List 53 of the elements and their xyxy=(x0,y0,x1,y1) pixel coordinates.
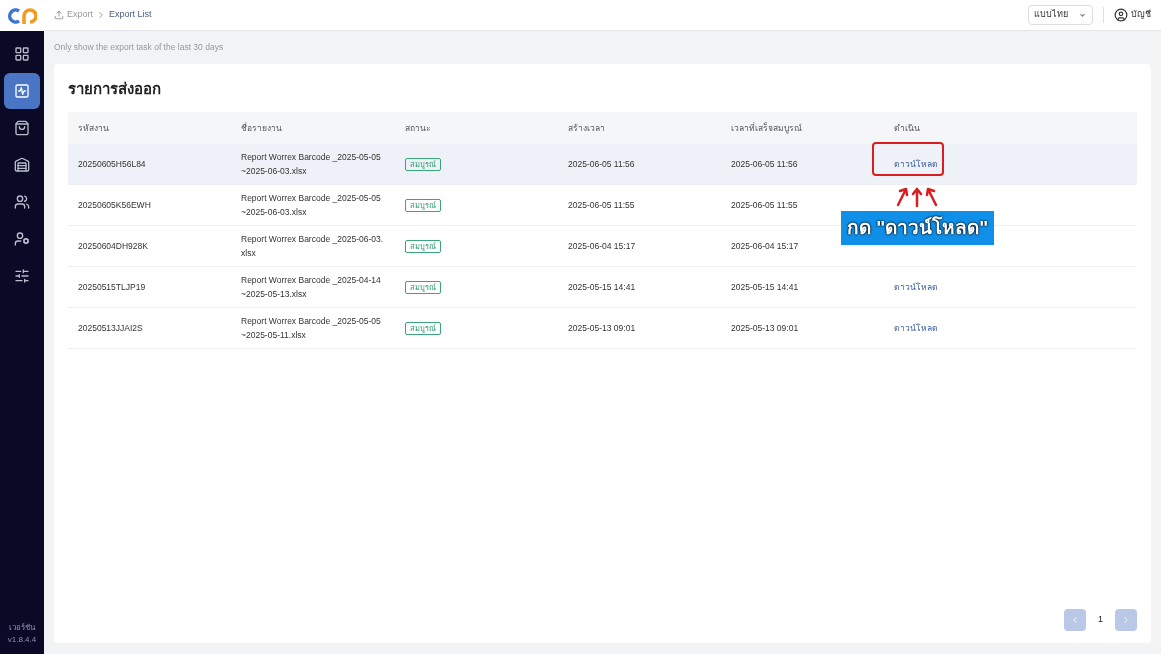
language-select[interactable]: แบบไทย xyxy=(1028,5,1093,25)
chevron-left-icon xyxy=(1070,615,1080,625)
page-title: รายการส่งออก xyxy=(68,78,161,99)
table-cell: 2025-06-05 11:55 xyxy=(568,199,635,210)
grid-icon xyxy=(14,46,30,62)
users-icon xyxy=(14,194,30,210)
table-cell: Report Worrex Barcode _2025-05-05~2025-06-03.xlsx xyxy=(241,193,381,218)
table-cell: 2025-06-05 11:56 xyxy=(731,158,798,169)
user-icon xyxy=(1114,8,1128,22)
table-cell: 20250605H56L84 xyxy=(78,158,146,169)
table-cell: 2025-05-13 09:01 xyxy=(731,322,799,333)
download-link[interactable]: ดาวน์โหลด xyxy=(894,158,938,169)
download-link[interactable]: ดาวน์โหลด xyxy=(894,322,938,333)
table-cell: 2025-06-05 11:55 xyxy=(731,199,798,210)
breadcrumb-link[interactable]: Export List xyxy=(109,8,152,22)
sliders-icon xyxy=(14,268,30,284)
table-cell: 2025-06-05 11:56 xyxy=(568,158,635,169)
column-header: ชื่อรายงาน xyxy=(241,122,282,133)
notice-text: Only show the export task of the last 30 days xyxy=(54,42,224,52)
chevron-icon xyxy=(96,10,106,20)
table-cell: 20250605K56EWH xyxy=(78,199,151,210)
user-settings-icon xyxy=(14,231,30,247)
table-cell: 2025-05-13 09:01 xyxy=(568,322,636,333)
column-header: สร้างเวลา xyxy=(568,122,605,133)
sidebar-item[interactable] xyxy=(4,73,40,109)
table-cell: 2025-05-15 14:41 xyxy=(568,281,636,292)
column-header: ดำเนิน xyxy=(894,122,920,133)
arrows-tooltip xyxy=(894,185,940,208)
table-cell: 2025-06-04 15:17 xyxy=(568,240,636,251)
activity-icon xyxy=(14,83,30,99)
download-link[interactable]: ดาวน์โหลด xyxy=(894,281,938,292)
bag-icon xyxy=(14,120,30,136)
column-header: รหัสงาน xyxy=(78,122,109,133)
version-number: v1.8.4.4 xyxy=(7,634,37,646)
logo-icon xyxy=(7,6,37,25)
table-cell: 20250513JJAI2S xyxy=(78,322,143,333)
table-cell: 20250604DH928K xyxy=(78,240,148,251)
table-cell: Report Worrex Barcode _2025-06-03.xlsx xyxy=(241,234,384,259)
version-label: เวอร์ชัน xyxy=(9,622,35,634)
page-button[interactable]: 1 xyxy=(1096,613,1105,627)
account-button[interactable]: บัญชี xyxy=(1114,8,1151,22)
table-cell: Report Worrex Barcode _2025-04-14~2025-05-13.xlsx xyxy=(241,275,381,300)
table-cell: 2025-05-15 14:41 xyxy=(731,281,799,292)
table-cell: 20250515TLJP19 xyxy=(78,281,146,292)
table-cell: Report Worrex Barcode _2025-05-05~2025-06-03.xlsx xyxy=(241,152,381,177)
column-header: สถานะ xyxy=(405,122,431,133)
upload-icon xyxy=(54,10,64,20)
table-cell: Report Worrex Barcode _2025-05-05~2025-05-11.xlsx xyxy=(241,316,381,341)
chevron-right-icon xyxy=(1121,615,1131,625)
column-header: เวลาที่เสร็จสมบูรณ์ xyxy=(731,122,802,133)
table-cell: 2025-06-04 15:17 xyxy=(731,240,799,251)
callout-tooltip: กด "ดาวน์โหลด" xyxy=(841,211,995,246)
warehouse-icon xyxy=(14,157,30,173)
